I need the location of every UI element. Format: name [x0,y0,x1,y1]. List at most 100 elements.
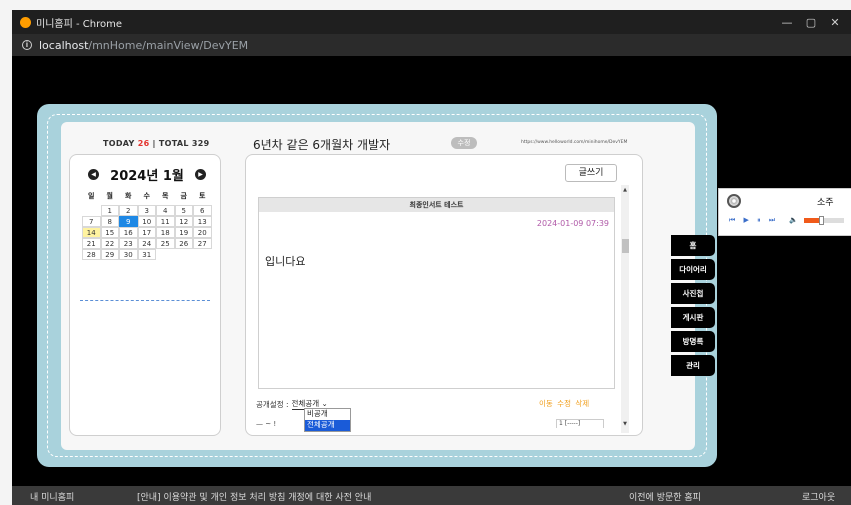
volume-slider[interactable] [804,216,844,225]
calendar-week-row: 21 22 23 24 25 26 27 [82,238,212,249]
calendar-day[interactable]: 29 [100,249,119,260]
address-bar[interactable]: i localhost /mnHome/mainView/DevYEM [12,34,851,56]
today-label: TODAY [103,139,135,148]
notice-link[interactable]: [안내] 이용약관 및 개인 정보 처리 방침 개정에 대한 사전 안내 [137,490,371,503]
post-date: 2024-01-09 07:39 [536,219,609,228]
calendar-day[interactable]: 30 [119,249,138,260]
visitor-counter: TODAY 26 | TOTAL 329 [103,139,209,148]
calendar-title: 2024년 1월 [110,169,184,184]
tab-board[interactable]: 게시판 [671,307,715,328]
post-title: 최종인서트 테스트 [259,198,614,212]
calendar-day[interactable]: 22 [100,238,119,249]
app-icon [20,16,31,28]
calendar-day[interactable]: 3 [137,205,156,216]
site-info-icon[interactable]: i [22,40,32,50]
calendar-day[interactable]: 17 [137,227,156,238]
calendar-empty-cell [82,205,101,216]
calendar-day[interactable]: 23 [119,238,138,249]
song-title: 소주 [817,198,834,208]
calendar-day[interactable]: 4 [156,205,175,216]
total-count: 329 [191,139,210,148]
calendar-day[interactable]: 20 [193,227,212,238]
calendar-weekday: 목 [162,192,169,200]
player-controls[interactable]: ⏮ ▶ ⏸ ⏭ [729,216,778,225]
tab-diary[interactable]: 다이어리 [671,259,715,280]
calendar-day[interactable]: 13 [193,216,212,227]
calendar-week-row: 123456 [82,205,212,216]
scroll-down-icon[interactable]: ▼ [621,419,629,429]
scroll-thumb[interactable] [622,239,629,253]
calendar-day[interactable]: 14 [82,227,101,238]
calendar-weekday: 토 [199,192,206,200]
main-panel: 글쓰기 최종인서트 테스트 2024-01-09 07:39 입니다요 ▲ ▼ … [245,154,643,436]
calendar-day[interactable]: 18 [156,227,175,238]
calendar-week-row: 7 8 9 10 11 12 13 [82,216,212,227]
privacy-dropdown: 비공개 전체공개 [304,408,351,432]
music-player: 소주 ⏮ ▶ ⏸ ⏭ 🔈 [718,188,851,236]
calendar-day[interactable]: 10 [137,216,156,227]
calendar-empty-cell [156,249,175,260]
volume-icon[interactable]: 🔈 [789,216,798,224]
tab-guestbook[interactable]: 방명록 [671,331,715,352]
edit-title-button[interactable]: 수정 [451,137,477,149]
window-titlebar: 미니홈피 - Chrome — ▢ ✕ [12,10,851,34]
calendar-day[interactable]: 25 [156,238,175,249]
calendar-day[interactable]: 5 [174,205,193,216]
calendar-day[interactable]: 8 [100,216,119,227]
close-icon[interactable]: ✕ [817,10,851,34]
left-panel: ◀ 2024년 1월 ▶ 일 월 화 수 목 금 토 1 2 3 4 5 6 7 8 9 10 11 12 13 14 1… [69,154,221,436]
calendar-day[interactable]: 27 [193,238,212,249]
tab-home[interactable]: 홈 [671,235,715,256]
total-label: TOTAL [158,139,189,148]
cd-icon [727,194,741,208]
calendar-day[interactable]: 1 [100,205,119,216]
cut-off-box: 1 [-----] [556,419,604,428]
cut-off-text: — ~ ! [256,420,277,428]
privacy-option-private[interactable]: 비공개 [305,409,350,420]
scroll-up-icon[interactable]: ▲ [621,185,629,195]
calendar-day[interactable]: 15 [100,227,119,238]
calendar-weekday: 화 [125,192,132,200]
page-viewport: TODAY 26 | TOTAL 329 ◀ 2024년 1월 ▶ 일월화수목금… [12,56,851,505]
left-divider [80,300,210,301]
calendar-day[interactable]: 6 [193,205,212,216]
visitor-separator: | [152,139,156,148]
tab-photo[interactable]: 사진첩 [671,283,715,304]
screen-left-edge [0,0,12,505]
calendar-header: ◀ 2024년 1월 ▶ [88,165,206,184]
logout-link[interactable]: 로그아웃 [802,490,835,503]
calendar-day[interactable]: 11 [156,216,175,227]
calendar-weekday: 금 [180,192,187,200]
my-home-link[interactable]: 내 미니홈피 [30,490,74,503]
window-title: 미니홈피 - Chrome [36,18,122,30]
calendar-day[interactable]: 7 [82,216,101,227]
calendar-empty-cell [175,249,194,260]
screen-top-edge [0,0,851,10]
calendar-day[interactable]: 24 [137,238,156,249]
calendar-day[interactable]: 21 [82,238,101,249]
prev-month-icon[interactable]: ◀ [88,169,99,180]
url-path: /mnHome/mainView/DevYEM [88,38,249,52]
privacy-option-public[interactable]: 전체공개 [305,420,350,431]
menu-tabs: 홈 다이어리 사진첩 게시판 방명록 관리 [671,235,721,379]
calendar-day[interactable]: 9 [119,216,138,227]
post-actions[interactable]: 이동 수정 삭제 [539,398,589,409]
calendar-day[interactable]: 31 [137,249,156,260]
home-url[interactable]: https://www.helloworld.com/minihome/DevY… [521,140,627,145]
volume-knob[interactable] [819,216,824,225]
calendar-day[interactable]: 19 [174,227,193,238]
next-month-icon[interactable]: ▶ [195,169,206,180]
calendar-day[interactable]: 2 [119,205,138,216]
today-count: 26 [137,139,150,148]
calendar-day[interactable]: 16 [119,227,138,238]
calendar-grid: 일 월 화 수 목 금 토 1 2 3 4 5 6 7 8 9 10 11 12 13 14 15 16 17 18 19 20 21… [82,191,212,260]
calendar-day[interactable]: 26 [174,238,193,249]
write-button[interactable]: 글쓰기 [565,164,617,182]
post-body: 입니다요 [265,255,306,268]
post-card: 최종인서트 테스트 2024-01-09 07:39 입니다요 [258,197,615,389]
visited-home-link[interactable]: 이전에 방문한 홈피 [629,490,701,503]
tab-manage[interactable]: 관리 [671,355,715,376]
calendar-day[interactable]: 12 [174,216,193,227]
calendar-day[interactable]: 28 [82,249,101,260]
scrollbar[interactable]: ▲ ▼ [621,185,629,433]
